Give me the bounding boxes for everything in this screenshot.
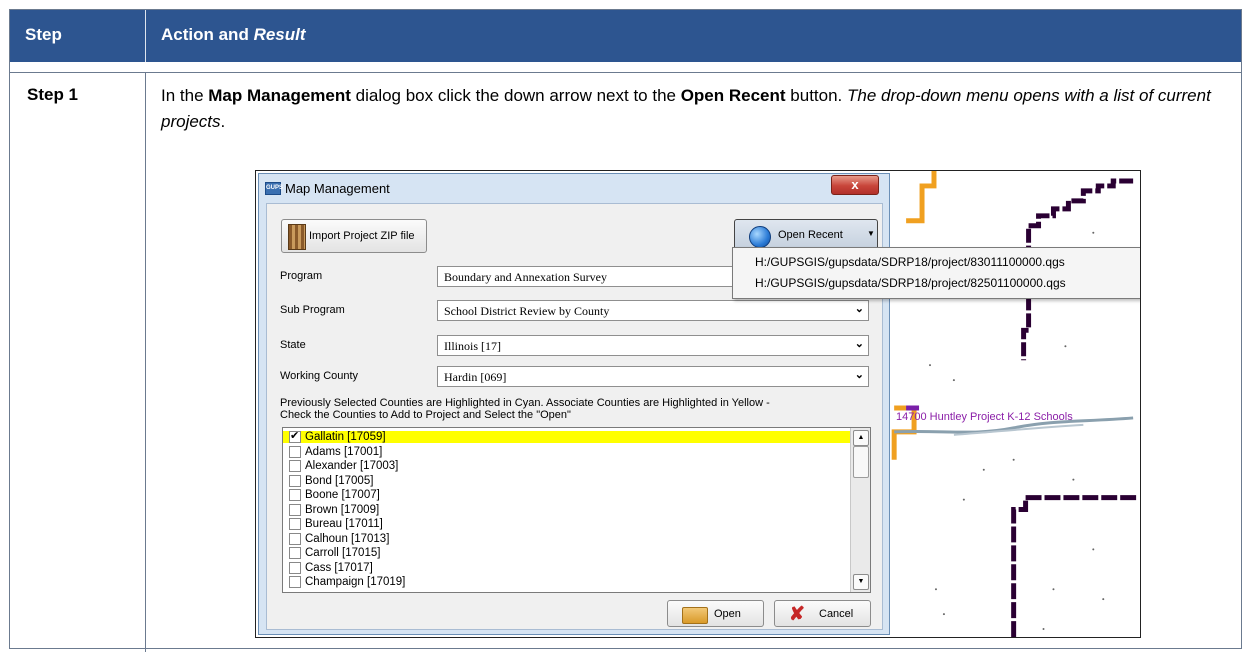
county-name: Carroll [17015]: [305, 547, 381, 559]
table-header: Step Action and Result: [10, 10, 1241, 62]
header-divider: [145, 10, 146, 62]
red-x-icon: ✘: [789, 604, 805, 625]
county-name: Bond [17005]: [305, 474, 374, 487]
chevron-down-icon: ⌄: [854, 338, 864, 350]
step-label: Step 1: [27, 85, 79, 104]
scroll-thumb[interactable]: [853, 446, 869, 478]
column-divider: [145, 72, 146, 652]
screenshot: 14700 Huntley Project K-12 Schools GUPS …: [255, 170, 1141, 638]
scroll-down-arrow-icon[interactable]: ▼: [853, 574, 869, 590]
county-checkbox[interactable]: [289, 430, 301, 443]
close-button[interactable]: x: [831, 175, 879, 195]
chevron-down-icon: ⌄: [854, 369, 864, 381]
state-value: Illinois [17]: [444, 339, 501, 353]
globe-icon: [749, 226, 771, 248]
sub-program-select[interactable]: School District Review by County ⌄: [437, 300, 869, 321]
county-list-scrollbar[interactable]: ▲ ▼: [850, 428, 870, 592]
working-county-label: Working County: [280, 370, 359, 382]
sub-program-value: School District Review by County: [444, 304, 610, 318]
dialog-titlebar[interactable]: GUPS Map Management x: [259, 174, 889, 202]
open-button[interactable]: Open: [667, 600, 764, 627]
step-instruction: In the Map Management dialog box click t…: [161, 83, 1231, 135]
county-checkbox[interactable]: [289, 503, 301, 516]
county-name: Alexander [17003]: [305, 460, 399, 472]
county-name: Gallatin [17059]: [305, 431, 386, 443]
import-project-zip-button[interactable]: Import Project ZIP file: [281, 219, 427, 253]
county-list-item[interactable]: Bureau [17011]: [283, 518, 850, 530]
county-name: Brown [17009]: [305, 503, 380, 516]
county-name: Calhoun [17013]: [305, 532, 390, 545]
open-recent-label: Open Recent: [778, 229, 843, 241]
working-county-value: Hardin [069]: [444, 370, 507, 384]
sub-program-label: Sub Program: [280, 304, 345, 316]
county-list[interactable]: Gallatin [17059] Adams [17001] Alexander […: [282, 427, 871, 593]
cancel-button-label: Cancel: [819, 608, 854, 620]
open-button-label: Open: [714, 608, 741, 620]
county-list-item[interactable]: Champaign [17019]: [283, 576, 850, 588]
instruction-text: dialog box click the down arrow next to …: [350, 86, 681, 105]
header-result-text: Result: [253, 25, 306, 44]
county-instructions: Previously Selected Counties are Highlig…: [280, 397, 880, 421]
county-name: Champaign [17019]: [305, 576, 406, 588]
county-list-item[interactable]: Carroll [17015]: [283, 547, 850, 559]
header-step: Step: [25, 25, 62, 44]
header-action: Action and Result: [161, 25, 306, 45]
recent-project-item[interactable]: H:/GUPSGIS/gupsdata/SDRP18/project/83011…: [755, 255, 1065, 269]
header-action-text: Action and: [161, 25, 249, 44]
dropdown-arrow-icon[interactable]: ▼: [867, 229, 875, 238]
county-name: Bureau [17011]: [305, 518, 383, 530]
county-list-item[interactable]: Adams [17001]: [283, 445, 850, 458]
county-instructions-line1: Previously Selected Counties are Highlig…: [280, 397, 770, 409]
cancel-button[interactable]: ✘ Cancel: [774, 600, 871, 627]
gups-app-icon: GUPS: [265, 182, 283, 195]
instruction-text: button.: [785, 86, 847, 105]
county-name: Adams [17001]: [305, 445, 383, 458]
county-checkbox[interactable]: [289, 460, 301, 472]
instruction-text: In the: [161, 86, 209, 105]
county-checkbox[interactable]: [289, 561, 301, 574]
county-list-item[interactable]: Bond [17005]: [283, 474, 850, 487]
county-instructions-line2: Check the Counties to Add to Project and…: [280, 409, 571, 421]
county-checkbox[interactable]: [289, 576, 301, 588]
open-recent-menu: H:/GUPSGIS/gupsdata/SDRP18/project/83011…: [732, 247, 1140, 299]
county-list-item[interactable]: Cass [17017]: [283, 561, 850, 574]
county-checkbox[interactable]: [289, 518, 301, 530]
map-management-dialog: GUPS Map Management x Import Project ZIP…: [258, 173, 890, 635]
state-select[interactable]: Illinois [17] ⌄: [437, 335, 869, 356]
county-checkbox[interactable]: [289, 445, 301, 458]
county-list-item[interactable]: Alexander [17003]: [283, 460, 850, 472]
dialog-title: Map Management: [285, 181, 390, 196]
county-name: Cass [17017]: [305, 561, 373, 574]
folder-icon: [682, 607, 708, 624]
county-checkbox[interactable]: [289, 489, 301, 501]
chevron-down-icon: ⌄: [854, 303, 864, 315]
county-list-item[interactable]: Boone [17007]: [283, 489, 850, 501]
scroll-up-arrow-icon[interactable]: ▲: [853, 430, 869, 446]
program-label: Program: [280, 270, 323, 282]
county-name: Boone [17007]: [305, 489, 380, 501]
recent-project-item[interactable]: H:/GUPSGIS/gupsdata/SDRP18/project/82501…: [755, 276, 1066, 290]
working-county-select[interactable]: Hardin [069] ⌄: [437, 366, 869, 387]
state-label: State: [280, 339, 306, 351]
instruction-text: .: [220, 112, 226, 131]
county-checkbox[interactable]: [289, 547, 301, 559]
county-checkbox[interactable]: [289, 474, 301, 487]
county-checkbox[interactable]: [289, 532, 301, 545]
map-feature-label: 14700 Huntley Project K-12 Schools: [896, 411, 1073, 423]
import-button-label: Import Project ZIP file: [309, 230, 415, 242]
instruction-bold-open-recent: Open Recent: [680, 86, 786, 105]
county-list-item[interactable]: Calhoun [17013]: [283, 532, 850, 545]
instruction-bold-map-management: Map Management: [208, 86, 351, 105]
program-value: Boundary and Annexation Survey: [444, 270, 607, 284]
zip-archive-icon: [288, 224, 306, 250]
header-spacer-row: [10, 62, 1241, 73]
county-list-item[interactable]: Gallatin [17059]: [283, 430, 850, 443]
county-list-item[interactable]: Brown [17009]: [283, 503, 850, 516]
